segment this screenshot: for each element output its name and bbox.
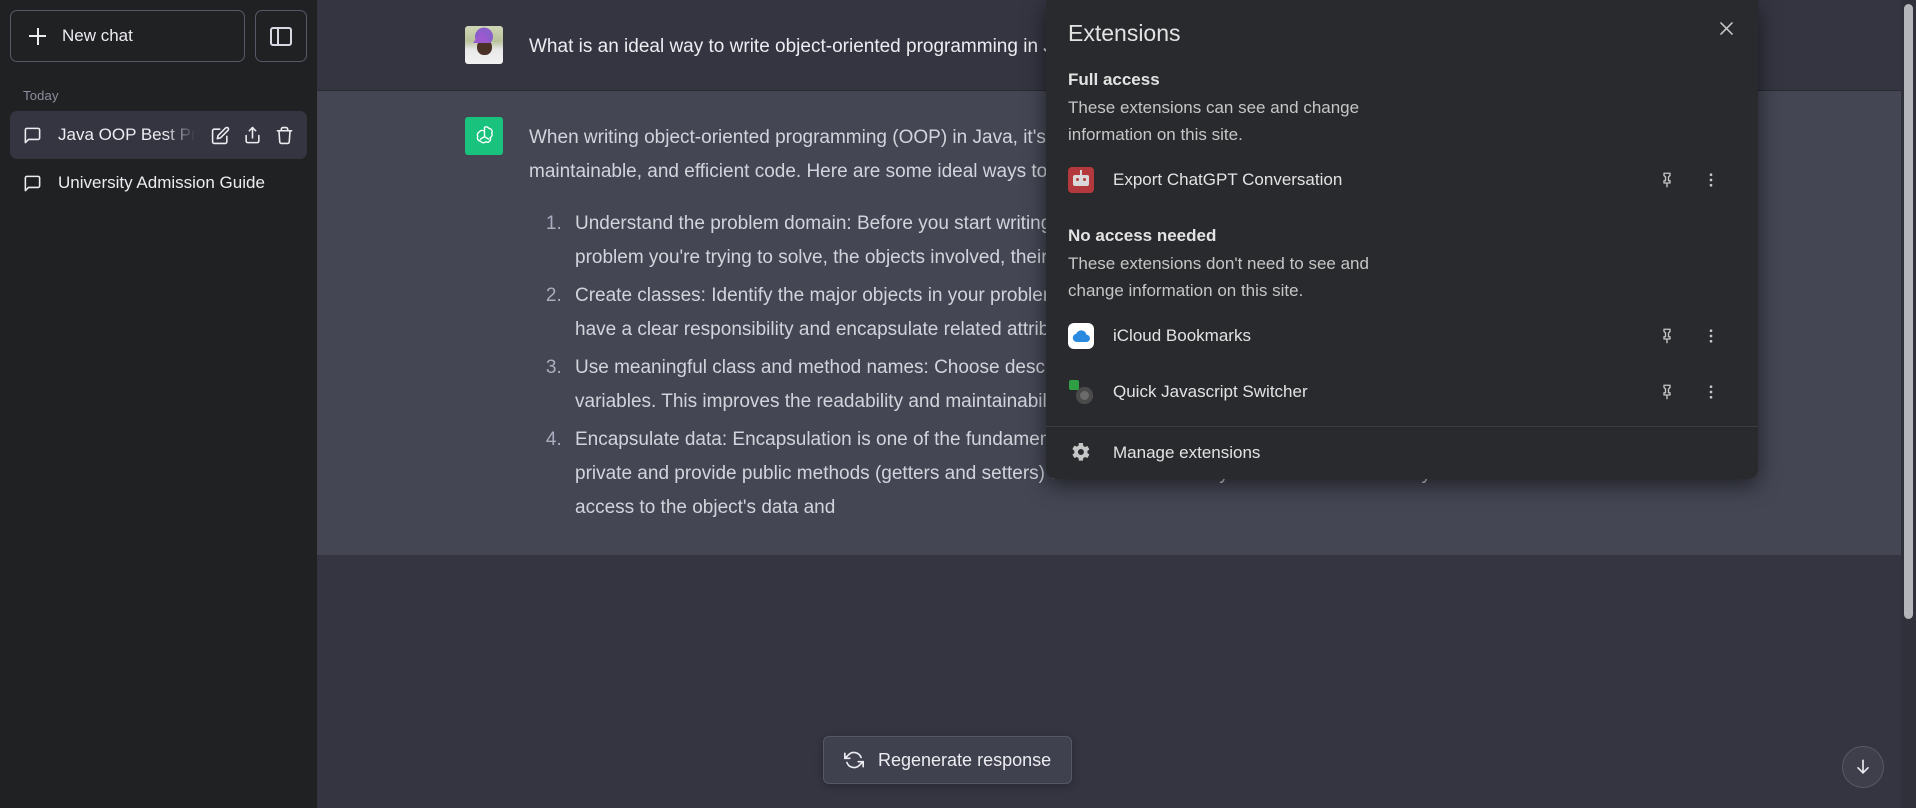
arrow-down-icon <box>1857 759 1869 774</box>
qjs-icon <box>1068 379 1094 405</box>
more-options-icon[interactable] <box>1686 327 1736 345</box>
chat-bubble-icon <box>24 127 41 143</box>
more-options-icon[interactable] <box>1686 171 1736 189</box>
page-scrollbar[interactable] <box>1901 0 1916 808</box>
edit-icon[interactable] <box>211 126 230 145</box>
sidebar-item-university-admission-guide[interactable]: University Admission Guide <box>10 159 307 207</box>
scrollbar-thumb[interactable] <box>1904 4 1913 619</box>
plus-icon <box>29 27 46 45</box>
extension-name: Quick Javascript Switcher <box>1113 382 1308 401</box>
chat-title: Java OOP Best Practices <box>58 125 195 144</box>
group-description: These extensions don't need to see and c… <box>1068 254 1369 300</box>
delete-icon[interactable] <box>275 126 294 145</box>
scroll-to-bottom-button[interactable] <box>1842 746 1884 788</box>
pin-icon[interactable] <box>1648 171 1686 189</box>
icloud-icon <box>1068 323 1094 349</box>
regenerate-response-label: Regenerate response <box>878 749 1052 770</box>
new-chat-label: New chat <box>62 26 133 45</box>
extensions-group-no-access-header: No access needed These extensions don't … <box>1046 226 1758 304</box>
extension-name: Export ChatGPT Conversation <box>1113 170 1343 189</box>
group-title: Full access <box>1068 70 1160 89</box>
chat-bubble-icon <box>24 175 41 191</box>
extensions-group-full-access-header: Full access These extensions can see and… <box>1046 70 1758 148</box>
extension-item-icloud-bookmarks[interactable]: iCloud Bookmarks <box>1046 312 1758 360</box>
share-icon[interactable] <box>243 126 262 145</box>
chat-item-actions <box>211 126 294 145</box>
extensions-popup-title: Extensions <box>1068 20 1181 46</box>
gear-icon <box>1068 440 1094 466</box>
extensions-popup-header: Extensions <box>1046 0 1758 48</box>
chatgpt-logo-icon <box>465 117 503 155</box>
extension-item-quick-javascript-switcher[interactable]: Quick Javascript Switcher <box>1046 368 1758 416</box>
toggle-sidebar-button[interactable] <box>255 10 307 62</box>
close-icon[interactable] <box>1712 14 1740 42</box>
pin-icon[interactable] <box>1648 327 1686 345</box>
group-title: No access needed <box>1068 226 1217 245</box>
sidebar-item-java-oop-best-practices[interactable]: Java OOP Best Practices <box>10 111 307 159</box>
sidebar: New chat Today Java OOP Best Practices <box>0 0 317 808</box>
chat-title: University Admission Guide <box>58 173 265 192</box>
chatgpt-window: New chat Today Java OOP Best Practices <box>0 0 1916 808</box>
robot-icon <box>1068 167 1094 193</box>
panel-icon <box>270 26 292 46</box>
user-avatar <box>465 26 503 64</box>
extension-name: iCloud Bookmarks <box>1113 326 1251 345</box>
new-chat-button[interactable]: New chat <box>10 10 245 62</box>
pin-icon[interactable] <box>1648 383 1686 401</box>
manage-extensions-button[interactable]: Manage extensions <box>1046 427 1758 479</box>
refresh-icon <box>844 751 864 769</box>
extensions-popup: Extensions Full access These extensions … <box>1046 0 1758 479</box>
regenerate-response-button[interactable]: Regenerate response <box>823 736 1073 784</box>
group-description: These extensions can see and change info… <box>1068 98 1360 144</box>
more-options-icon[interactable] <box>1686 383 1736 401</box>
manage-extensions-label: Manage extensions <box>1113 443 1261 462</box>
sidebar-top-controls: New chat <box>10 10 307 62</box>
sidebar-section-label: Today <box>23 88 59 103</box>
extension-item-export-chatgpt-conversation[interactable]: Export ChatGPT Conversation <box>1046 156 1758 204</box>
